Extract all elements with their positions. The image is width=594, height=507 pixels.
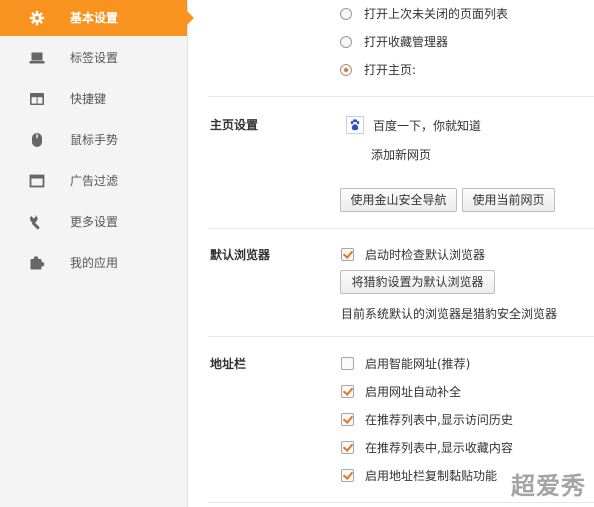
checkbox-checked[interactable] [341,469,354,482]
sidebar-item-shortcuts[interactable]: 快捷键 [0,81,187,117]
sidebar-item-ad-filter[interactable]: 广告过滤 [0,163,187,199]
option-label: 启用智能网址(推荐) [365,357,471,371]
option-label: 打开上次未关闭的页面列表 [364,7,509,21]
option-label: 在推荐列表中,显示收藏内容 [365,441,513,455]
radio-button-selected[interactable] [340,63,352,76]
browser-window-icon [28,173,46,189]
section-title-default-browser: 默认浏览器 [210,248,271,262]
default-browser-status: 目前系统默认的浏览器是猎豹安全浏览器 [341,307,558,321]
sidebar-item-label: 基本设置 [70,11,119,25]
checkbox-unchecked[interactable] [341,357,354,370]
homepage-entry[interactable]: 百度一下，你就知道 [346,116,481,134]
gear-icon [28,10,46,26]
section-divider [208,336,594,337]
sidebar-item-basic-settings[interactable]: 基本设置 [0,0,194,36]
settings-main-panel: 打开上次未关闭的页面列表 打开收藏管理器 打开主页: 主页设置 百度一下，你就知… [188,0,594,507]
option-show-bookmarks[interactable]: 在推荐列表中,显示收藏内容 [341,439,513,456]
sidebar-item-my-apps[interactable]: 我的应用 [0,245,187,281]
radio-button[interactable] [340,7,352,20]
section-divider [208,96,594,97]
checkbox-checked[interactable] [341,248,354,261]
startup-option-homepage[interactable]: 打开主页: [340,61,416,78]
sidebar-item-tab-settings[interactable]: 标签设置 [0,40,187,76]
sidebar-item-label: 快捷键 [70,92,107,106]
laptop-icon [28,50,46,66]
option-show-history[interactable]: 在推荐列表中,显示访问历史 [341,411,513,428]
sidebar-item-label: 我的应用 [70,256,119,270]
homepage-url-label: 百度一下，你就知道 [373,118,482,133]
section-title-homepage: 主页设置 [210,118,259,132]
checkbox-checked[interactable] [341,413,354,426]
option-label: 在推荐列表中,显示访问历史 [365,413,513,427]
sidebar-item-label: 更多设置 [70,215,119,229]
wrench-icon [28,214,46,230]
option-label: 启动时检查默认浏览器 [365,248,486,262]
set-default-browser-button[interactable]: 将猎豹设置为默认浏览器 [340,270,495,294]
startup-option-last-session[interactable]: 打开上次未关闭的页面列表 [340,5,508,22]
add-new-page-link[interactable]: 添加新网页 [371,146,431,163]
option-smart-url[interactable]: 启用智能网址(推荐) [341,355,470,372]
use-kingsoft-nav-button[interactable]: 使用金山安全导航 [340,188,457,212]
section-divider [208,502,594,503]
check-default-on-startup[interactable]: 启动时检查默认浏览器 [341,246,485,263]
option-url-autocomplete[interactable]: 启用网址自动补全 [341,383,461,400]
section-divider [208,228,594,229]
startup-option-bookmark-manager[interactable]: 打开收藏管理器 [340,33,448,50]
option-label: 打开主页: [364,63,417,77]
sidebar-item-label: 广告过滤 [70,174,119,188]
mouse-icon [28,132,46,148]
settings-sidebar: 基本设置 标签设置 快捷键 鼠标手势 广告过滤 更多设置 我的应用 [0,0,194,507]
radio-button[interactable] [340,35,352,48]
sidebar-item-mouse-gestures[interactable]: 鼠标手势 [0,122,187,158]
use-current-page-button[interactable]: 使用当前网页 [462,188,555,212]
puzzle-icon [28,255,46,271]
sidebar-item-label: 标签设置 [70,51,119,65]
option-copy-paste[interactable]: 启用地址栏复制黏贴功能 [341,467,497,484]
checkbox-checked[interactable] [341,441,354,454]
sidebar-item-label: 鼠标手势 [70,133,119,147]
sidebar-item-more-settings[interactable]: 更多设置 [0,204,187,240]
option-label: 启用地址栏复制黏贴功能 [365,469,498,483]
option-label: 打开收藏管理器 [364,35,449,49]
section-title-address-bar: 地址栏 [210,357,247,371]
window-icon [28,91,46,107]
option-label: 启用网址自动补全 [365,385,462,399]
watermark-logo: 超爱秀 [511,472,586,500]
paw-icon [346,116,364,134]
checkbox-checked[interactable] [341,385,354,398]
